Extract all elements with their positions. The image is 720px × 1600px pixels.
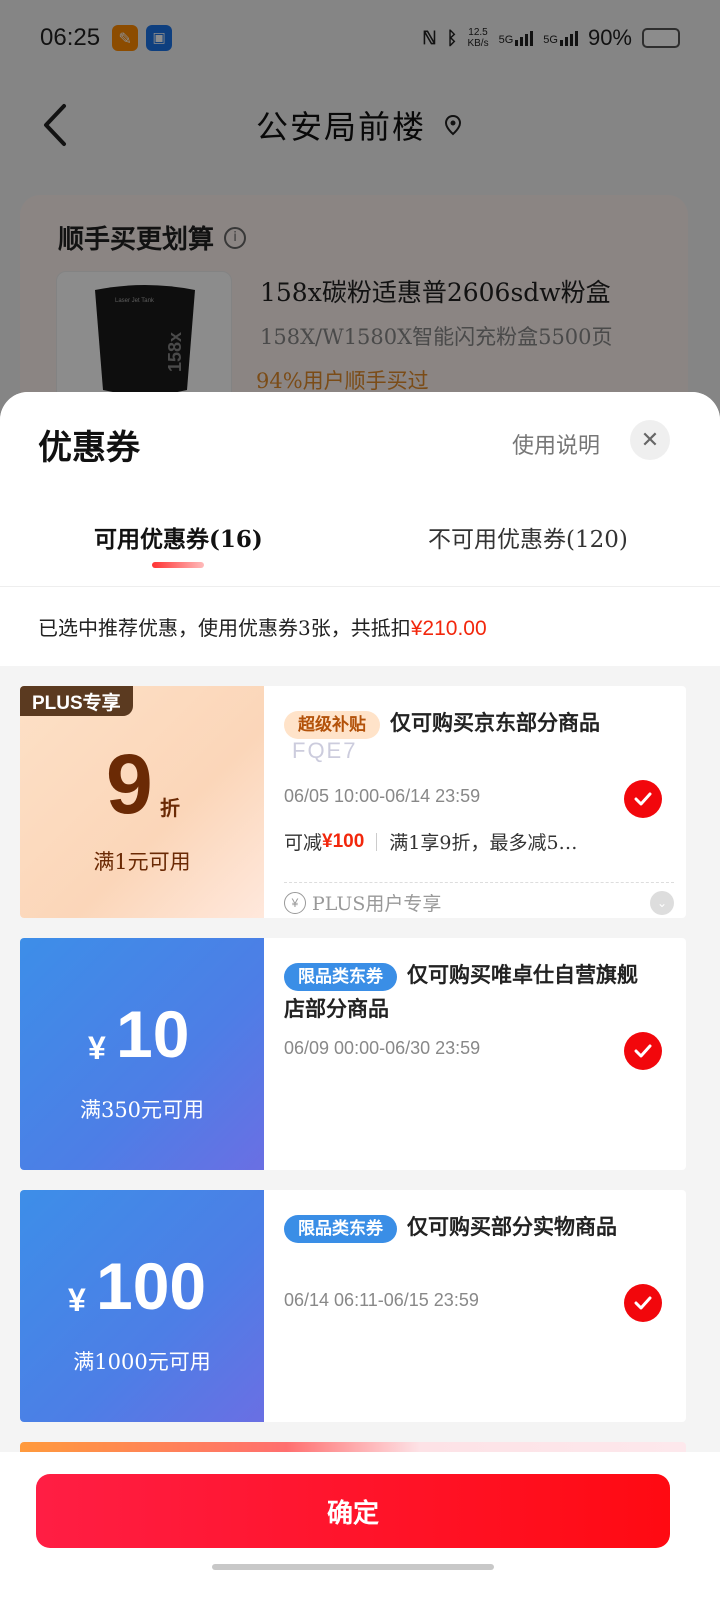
coupon-tag: 限品类东券 bbox=[284, 962, 397, 991]
home-indicator[interactable] bbox=[212, 1564, 494, 1570]
plus-user-row[interactable]: ¥ PLUS用户专享 ⌄ bbox=[284, 882, 674, 916]
coupon-condition: 满1000元可用 bbox=[73, 1350, 211, 1374]
coupon-date: 06/14 06:11-06/15 23:59 bbox=[284, 1290, 479, 1310]
coupon-detail: 可减 ¥100 满1享9折，最多减5… bbox=[284, 828, 578, 855]
detail-rule: 满1享9折，最多减5… bbox=[389, 832, 578, 854]
tab-available[interactable]: 可用优惠券(16) bbox=[94, 520, 263, 554]
coupon-value-panel: ¥ 10 满350元可用 bbox=[20, 938, 264, 1170]
coupon-title-text: 仅可购买部分实物商品 bbox=[407, 1214, 617, 1239]
detail-amount: ¥100 bbox=[322, 830, 365, 852]
coupon-card[interactable]: PLUS专享 9 折 满1元可用 超级补贴 仅可购买京东部分商品 FQE7 06/… bbox=[20, 686, 686, 918]
coupon-code: FQE7 bbox=[292, 738, 358, 763]
coupon-info: 限品类东券 仅可购买部分实物商品 06/14 06:11-06/15 23:59 bbox=[264, 1190, 686, 1422]
tab-unavailable[interactable]: 不可用优惠券(120) bbox=[428, 520, 628, 554]
summary-amount: ¥210.00 bbox=[410, 617, 487, 640]
discount-unit: 折 bbox=[160, 796, 180, 820]
confirm-button[interactable]: 确定 bbox=[36, 1474, 670, 1548]
discount-value: 9 bbox=[106, 737, 153, 831]
coupon-notch bbox=[20, 686, 26, 918]
coupon-tag: 超级补贴 bbox=[284, 710, 380, 739]
usage-help-link[interactable]: 使用说明 bbox=[512, 428, 600, 460]
coupon-title: 超级补贴 仅可购买京东部分商品 bbox=[284, 706, 644, 740]
coupon-notch bbox=[20, 1190, 26, 1422]
coupon-card[interactable]: ¥ 100 满1000元可用 限品类东券 仅可购买部分实物商品 06/14 06:… bbox=[20, 1190, 686, 1422]
coupon-title-text: 仅可购买京东部分商品 bbox=[390, 710, 600, 735]
sheet-title: 优惠券 bbox=[38, 428, 140, 468]
coupon-title: 限品类东券 仅可购买部分实物商品 bbox=[284, 1210, 644, 1244]
coupon-info: 限品类东券 仅可购买唯卓仕自营旗舰店部分商品 06/09 00:00-06/30 … bbox=[264, 938, 686, 1170]
divider bbox=[0, 586, 720, 587]
checkmark-icon[interactable] bbox=[624, 780, 662, 818]
detail-prefix: 可减 bbox=[284, 832, 323, 854]
coupon-condition: 满350元可用 bbox=[79, 1098, 205, 1122]
chevron-down-icon[interactable]: ⌄ bbox=[650, 890, 674, 915]
coupon-amount: 10 bbox=[116, 997, 190, 1071]
coupon-title: 限品类东券 仅可购买唯卓仕自营旗舰店部分商品 bbox=[284, 958, 644, 1026]
checkmark-icon[interactable] bbox=[624, 1032, 662, 1070]
coupon-sheet: 优惠券 使用说明 ✕ 可用优惠券(16) 不可用优惠券(120) 已选中推荐优惠… bbox=[0, 392, 720, 1600]
active-tab-indicator bbox=[152, 562, 204, 568]
coupon-tag: 限品类东券 bbox=[284, 1214, 397, 1243]
coupon-condition: 满1元可用 bbox=[93, 850, 191, 874]
currency-symbol: ¥ bbox=[68, 1282, 86, 1318]
sheet-footer: 确定 bbox=[0, 1452, 720, 1600]
plus-badge: PLUS专享 bbox=[20, 686, 133, 716]
coupon-info: 超级补贴 仅可购买京东部分商品 FQE7 06/05 10:00-06/14 23… bbox=[264, 686, 686, 918]
summary-text: 已选中推荐优惠，使用优惠券3张，共抵扣 bbox=[38, 616, 411, 640]
selection-summary: 已选中推荐优惠，使用优惠券3张，共抵扣¥210.00 bbox=[38, 612, 487, 641]
coupon-value-panel: ¥ 100 满1000元可用 bbox=[20, 1190, 264, 1422]
sheet-header: 优惠券 使用说明 ✕ 可用优惠券(16) 不可用优惠券(120) 已选中推荐优惠… bbox=[0, 392, 720, 666]
checkmark-icon[interactable] bbox=[624, 1284, 662, 1322]
close-icon[interactable]: ✕ bbox=[630, 420, 670, 460]
overlay-dim[interactable] bbox=[0, 0, 720, 420]
coupon-value-panel: PLUS专享 9 折 满1元可用 bbox=[20, 686, 264, 918]
coupon-notch bbox=[20, 938, 26, 1170]
coupon-amount: 100 bbox=[96, 1249, 207, 1323]
currency-symbol: ¥ bbox=[88, 1030, 106, 1066]
plus-user-text: PLUS用户专享 bbox=[312, 893, 442, 915]
yen-icon: ¥ bbox=[284, 891, 306, 914]
separator bbox=[376, 832, 378, 851]
coupon-date: 06/09 00:00-06/30 23:59 bbox=[284, 1038, 481, 1058]
coupon-card[interactable]: ¥ 10 满350元可用 限品类东券 仅可购买唯卓仕自营旗舰店部分商品 06/09… bbox=[20, 938, 686, 1170]
coupon-date: 06/05 10:00-06/14 23:59 bbox=[284, 786, 481, 806]
